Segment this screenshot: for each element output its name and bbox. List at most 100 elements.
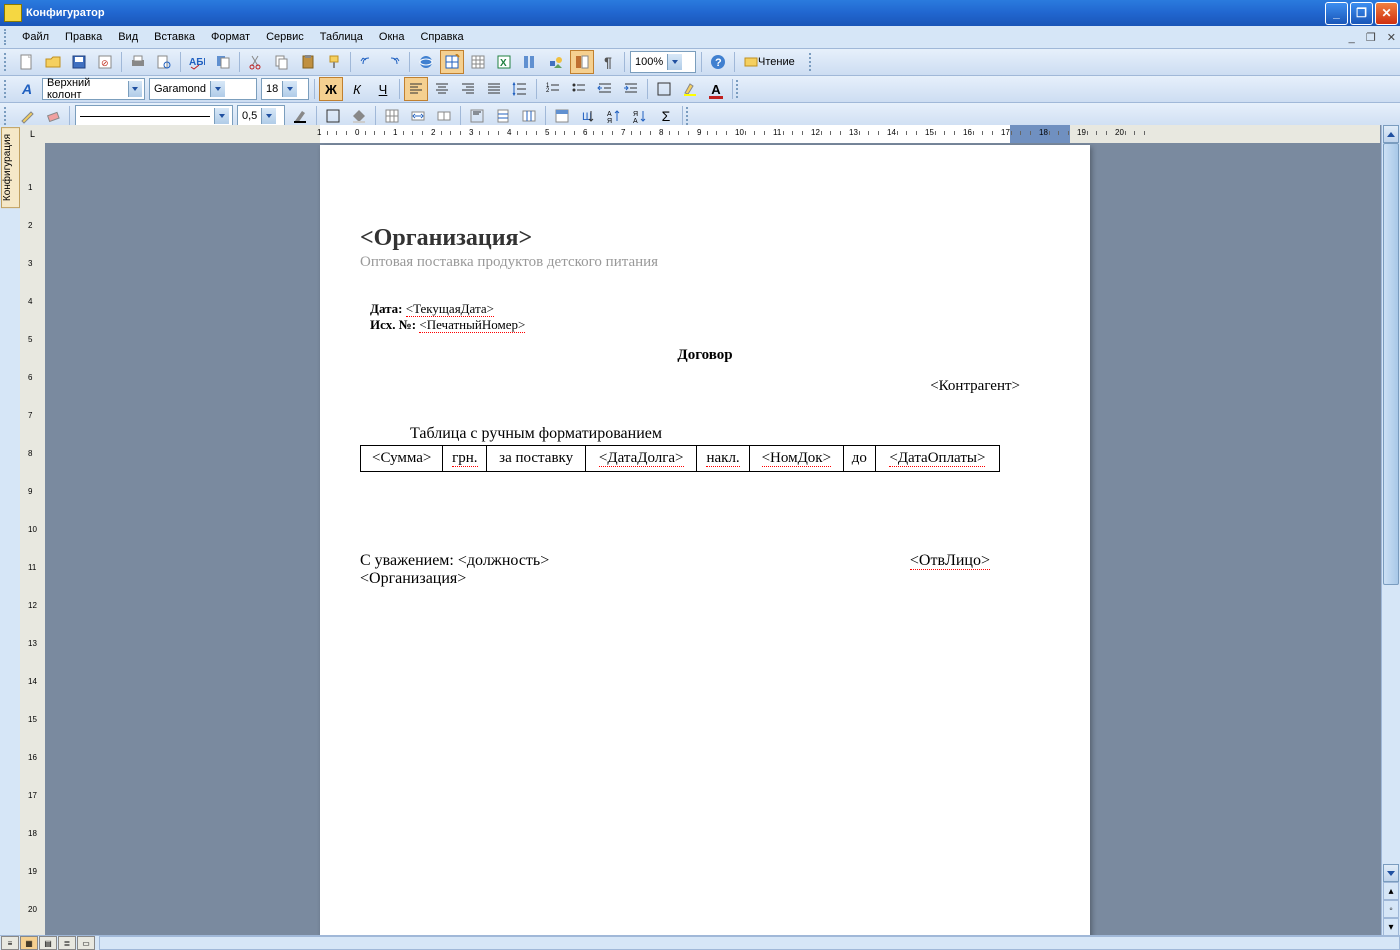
cell[interactable]: <НомДок> xyxy=(749,446,843,472)
sign-right: <ОтвЛицо> xyxy=(910,552,990,570)
highlight-button[interactable] xyxy=(678,77,702,101)
undo-button[interactable] xyxy=(355,50,379,74)
horizontal-ruler[interactable]: 101234567891011121314151617181920 xyxy=(45,125,1380,144)
mdi-close[interactable]: ✕ xyxy=(1383,32,1400,44)
spellcheck-button[interactable]: AБВ xyxy=(185,50,209,74)
scroll-up-button[interactable] xyxy=(1383,125,1399,143)
underline-button[interactable]: Ч xyxy=(371,77,395,101)
numbered-list-button[interactable]: 12 xyxy=(541,77,565,101)
mdi-restore[interactable]: ❐ xyxy=(1362,32,1380,44)
cell[interactable]: грн. xyxy=(443,446,487,472)
date-label: Дата: xyxy=(370,301,402,316)
config-tab[interactable]: Конфигурация xyxy=(1,127,20,208)
cell[interactable]: <ДатаОплаты> xyxy=(875,446,999,472)
outline-view-button[interactable]: ≣ xyxy=(58,936,76,950)
save-button[interactable] xyxy=(67,50,91,74)
menu-windows[interactable]: Окна xyxy=(371,29,413,45)
borders-button[interactable] xyxy=(652,77,676,101)
next-page-button[interactable]: ▾ xyxy=(1383,918,1399,936)
drawing-button[interactable] xyxy=(544,50,568,74)
num-label: Исх. №: xyxy=(370,317,416,332)
excel-button[interactable]: X xyxy=(492,50,516,74)
style-combo[interactable]: Верхний колонт xyxy=(42,78,145,100)
document-body[interactable]: <Организация> Оптовая поставка продуктов… xyxy=(360,225,1050,588)
line-style-combo[interactable] xyxy=(75,105,233,127)
select-browse-button[interactable]: ◦ xyxy=(1383,900,1399,918)
align-justify-button[interactable] xyxy=(482,77,506,101)
style-value: Верхний колонт xyxy=(47,77,124,101)
menu-view[interactable]: Вид xyxy=(110,29,146,45)
cut-button[interactable] xyxy=(244,50,268,74)
zoom-combo[interactable]: 100% xyxy=(630,51,696,73)
menu-edit[interactable]: Правка xyxy=(57,29,110,45)
close-button[interactable]: ✕ xyxy=(1375,2,1398,25)
bullet-list-button[interactable] xyxy=(567,77,591,101)
research-button[interactable] xyxy=(211,50,235,74)
cell[interactable]: до xyxy=(843,446,875,472)
redo-button[interactable] xyxy=(381,50,405,74)
document-canvas[interactable]: <Организация> Оптовая поставка продуктов… xyxy=(45,143,1380,936)
font-color-button[interactable]: A xyxy=(704,77,728,101)
doc-map-button[interactable] xyxy=(570,50,594,74)
line-weight-combo[interactable]: 0,5 xyxy=(237,105,285,127)
dropdown-icon xyxy=(667,54,682,70)
svg-text:Я: Я xyxy=(633,111,638,118)
weight-value: 0,5 xyxy=(242,110,257,122)
print-button[interactable] xyxy=(126,50,150,74)
read-mode-button[interactable]: Чтение xyxy=(739,50,800,74)
hyperlink-button[interactable] xyxy=(414,50,438,74)
menu-table[interactable]: Таблица xyxy=(312,29,371,45)
dropdown-icon xyxy=(282,81,297,97)
insert-table-button[interactable] xyxy=(466,50,490,74)
print-layout-button[interactable]: ▦ xyxy=(20,936,38,950)
vertical-ruler[interactable]: 1234567891011121314151617181920 xyxy=(20,143,46,936)
styles-pane-button[interactable]: A xyxy=(15,77,39,101)
scroll-thumb[interactable] xyxy=(1383,143,1399,585)
line-spacing-button[interactable] xyxy=(508,77,532,101)
vertical-scrollbar[interactable]: ▴ ◦ ▾ xyxy=(1381,125,1400,936)
italic-button[interactable]: К xyxy=(345,77,369,101)
print-preview-button[interactable] xyxy=(152,50,176,74)
align-right-button[interactable] xyxy=(456,77,480,101)
cell[interactable]: <ДатаДолга> xyxy=(586,446,697,472)
help-button[interactable]: ? xyxy=(706,50,730,74)
permissions-button[interactable]: ⊘ xyxy=(93,50,117,74)
new-doc-button[interactable] xyxy=(15,50,39,74)
bold-button[interactable]: Ж xyxy=(319,77,343,101)
subtitle: Оптовая поставка продуктов детского пита… xyxy=(360,254,1050,271)
app-icon xyxy=(4,4,22,22)
mdi-minimize[interactable]: _ xyxy=(1345,32,1359,44)
open-button[interactable] xyxy=(41,50,65,74)
normal-view-button[interactable]: ≡ xyxy=(1,936,19,950)
indent-button[interactable] xyxy=(619,77,643,101)
prev-page-button[interactable]: ▴ xyxy=(1383,882,1399,900)
copy-button[interactable] xyxy=(270,50,294,74)
size-combo[interactable]: 18 xyxy=(261,78,309,100)
cell[interactable]: за поставку xyxy=(487,446,586,472)
menu-insert[interactable]: Вставка xyxy=(146,29,203,45)
menu-tools[interactable]: Сервис xyxy=(258,29,312,45)
maximize-button[interactable]: ❐ xyxy=(1350,2,1373,25)
scroll-down-button[interactable] xyxy=(1383,864,1399,882)
grip-icon xyxy=(4,107,10,125)
align-center-button[interactable] xyxy=(430,77,454,101)
web-layout-button[interactable]: ▤ xyxy=(39,936,57,950)
horizontal-scrollbar[interactable] xyxy=(99,936,1400,950)
cell[interactable]: накл. xyxy=(697,446,750,472)
outdent-button[interactable] xyxy=(593,77,617,101)
align-left-button[interactable] xyxy=(404,77,428,101)
paste-button[interactable] xyxy=(296,50,320,74)
menu-file[interactable]: Файл xyxy=(14,29,57,45)
menu-format[interactable]: Формат xyxy=(203,29,258,45)
menu-help[interactable]: Справка xyxy=(412,29,471,45)
font-combo[interactable]: Garamond xyxy=(149,78,257,100)
format-painter-button[interactable] xyxy=(322,50,346,74)
cell[interactable]: <Сумма> xyxy=(361,446,443,472)
columns-button[interactable] xyxy=(518,50,542,74)
reading-view-button[interactable]: ▭ xyxy=(77,936,95,950)
tables-borders-button[interactable] xyxy=(440,50,464,74)
grip-icon xyxy=(736,80,742,98)
minimize-button[interactable]: _ xyxy=(1325,2,1348,25)
ruler-corner[interactable]: L xyxy=(20,125,46,144)
show-marks-button[interactable]: ¶ xyxy=(596,50,620,74)
